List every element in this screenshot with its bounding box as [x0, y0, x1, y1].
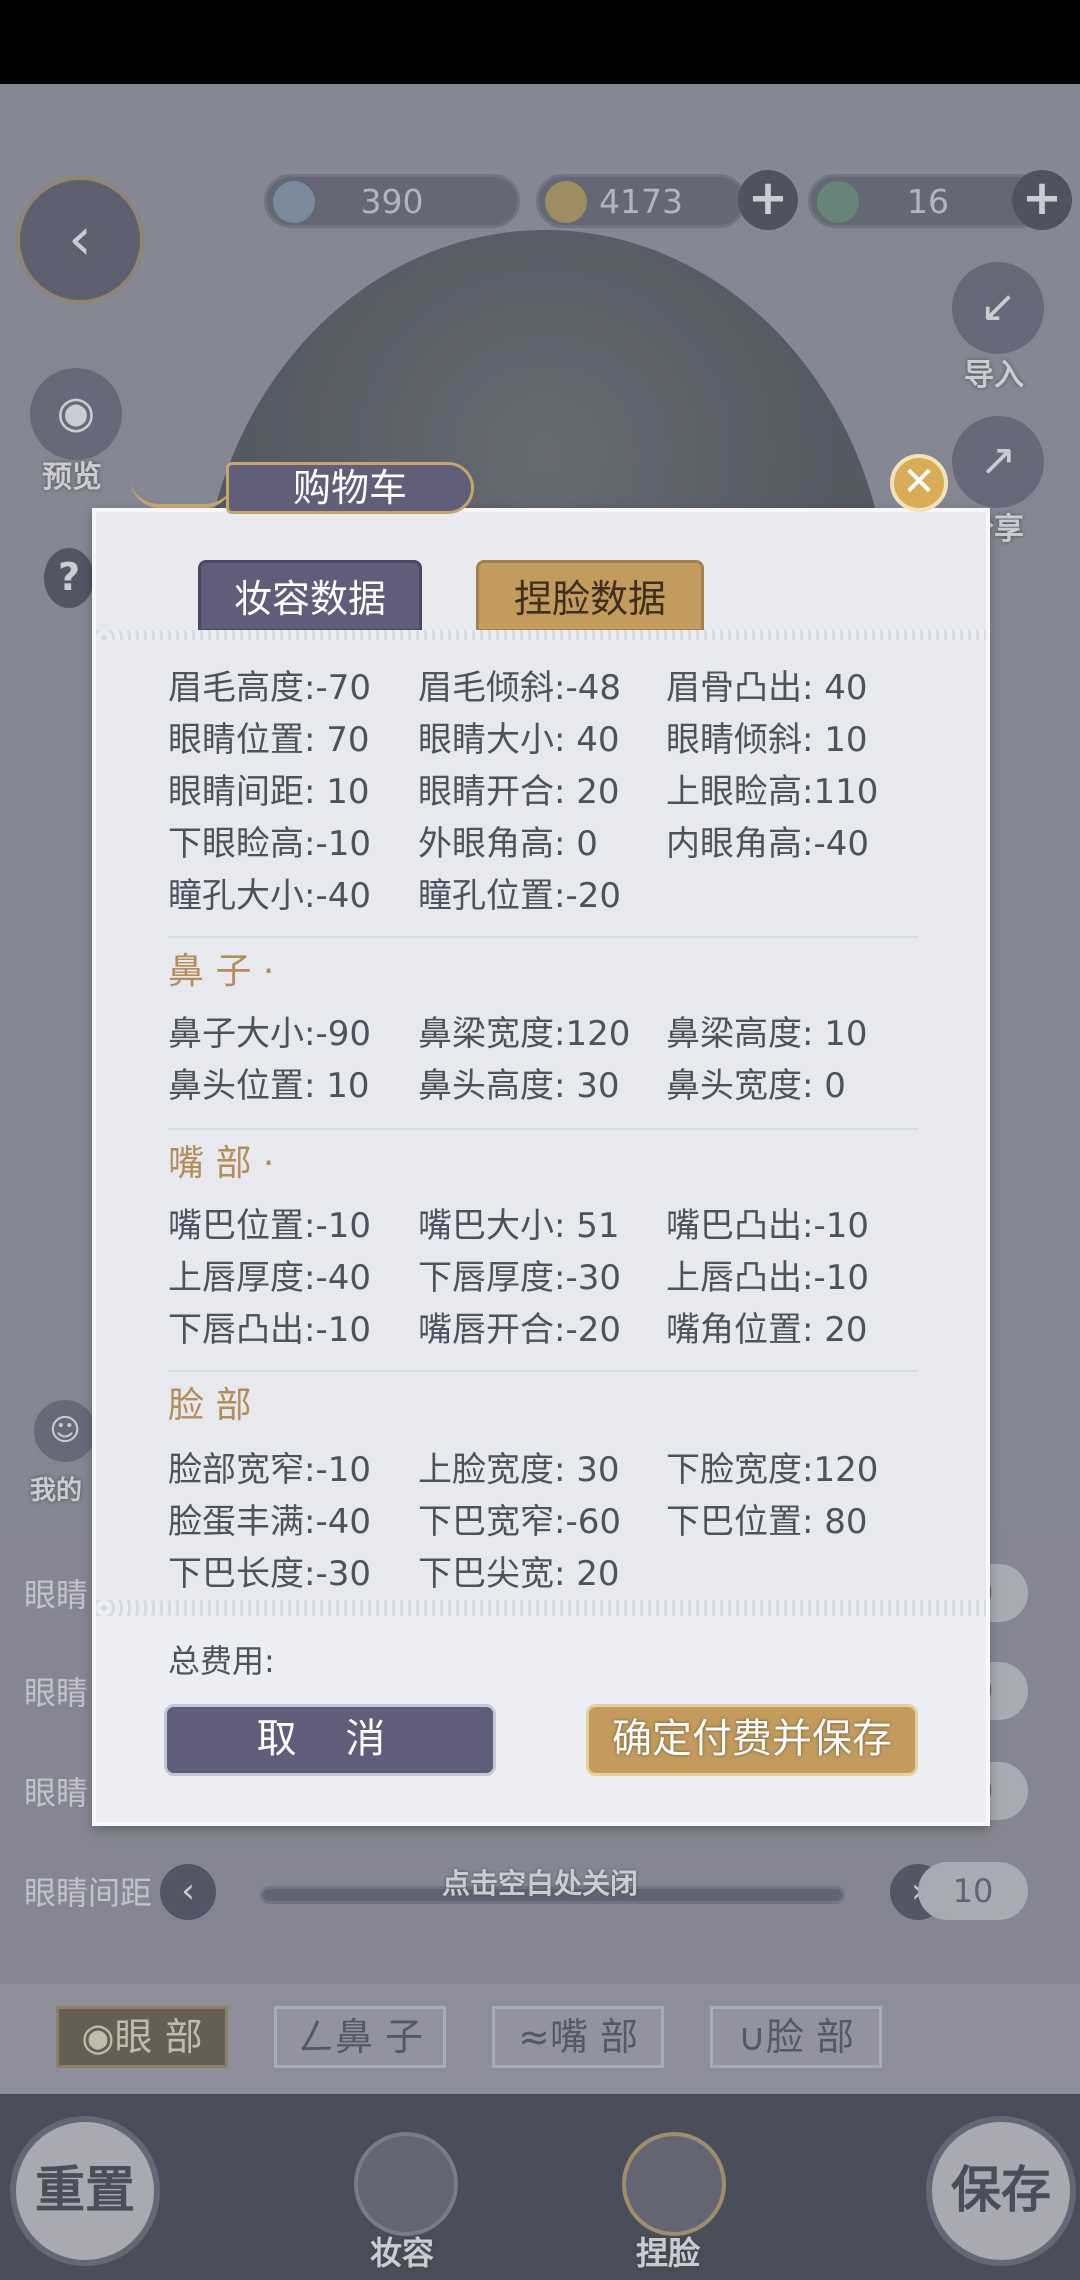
list-item: 瞳孔大小:-40 瞳孔位置:-20: [168, 876, 621, 916]
list-item: 脸部宽窄:-10 上脸宽度: 30 下脸宽度:120: [168, 1450, 879, 1490]
list-item: 下巴长度:-30 下巴尖宽: 20: [168, 1554, 620, 1594]
status-bar: [0, 0, 1080, 84]
lace-divider: [96, 1600, 986, 1616]
list-item: 脸蛋丰满:-40 下巴宽窄:-60 下巴位置: 80: [168, 1502, 868, 1542]
section-divider: [168, 1370, 918, 1372]
total-cost-label: 总费用:: [168, 1642, 275, 1680]
list-item: 眉毛高度:-70 眉毛倾斜:-48 眉骨凸出: 40: [168, 668, 868, 708]
section-divider: [168, 1128, 918, 1130]
list-item: 上唇厚度:-40 下唇厚度:-30 上唇凸出:-10: [168, 1258, 869, 1298]
section-title-mouth: 嘴 部 ·: [168, 1143, 275, 1184]
close-button[interactable]: ✕: [890, 454, 948, 512]
tab-makeup-data[interactable]: 妆容数据: [198, 560, 422, 632]
section-divider: [168, 936, 918, 938]
list-item: 鼻头位置: 10 鼻头高度: 30 鼻头宽度: 0: [168, 1066, 846, 1106]
cancel-button[interactable]: 取 消: [164, 1704, 496, 1776]
list-item: 下唇凸出:-10 嘴唇开合:-20 嘴角位置: 20: [168, 1310, 868, 1350]
close-icon: ✕: [902, 459, 936, 505]
tab-face-data[interactable]: 捏脸数据: [476, 560, 704, 632]
list-item: 嘴巴位置:-10 嘴巴大小: 51 嘴巴凸出:-10: [168, 1206, 869, 1246]
confirm-pay-save-button[interactable]: 确定付费并保存: [586, 1704, 918, 1776]
section-title-face: 脸 部: [168, 1385, 252, 1426]
cart-items-list: 眉毛高度:-70 眉毛倾斜:-48 眉骨凸出: 40 眼睛位置: 70 眼睛大小: 4…: [96, 640, 986, 1600]
title-ornament: [130, 478, 234, 508]
list-item: 眼睛间距: 10 眼睛开合: 20 上眼睑高:110: [168, 772, 879, 812]
list-item: 下眼睑高:-10 外眼角高: 0 内眼角高:-40: [168, 824, 869, 864]
section-title-nose: 鼻 子 ·: [168, 951, 275, 992]
dialog-title: 购物车: [226, 462, 474, 514]
list-item: 眼睛位置: 70 眼睛大小: 40 眼睛倾斜: 10: [168, 720, 868, 760]
list-item: 鼻子大小:-90 鼻梁宽度:120 鼻梁高度: 10: [168, 1014, 868, 1054]
